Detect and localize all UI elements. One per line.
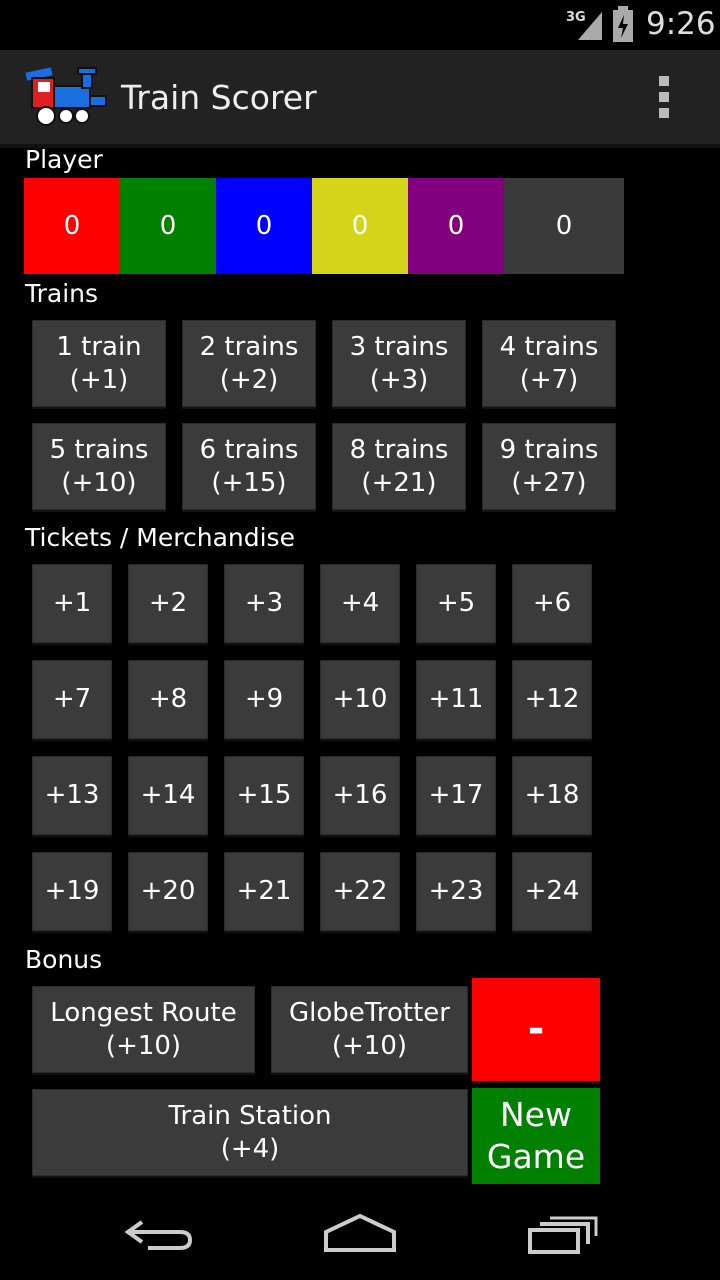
train-button-5[interactable]: 6 trains (+15) bbox=[182, 423, 316, 510]
train-points: (+15) bbox=[211, 467, 287, 498]
ticket-button-5[interactable]: +6 bbox=[512, 564, 592, 643]
longest-route-points: (+10) bbox=[105, 1030, 182, 1061]
ticket-button-13[interactable]: +14 bbox=[128, 756, 208, 835]
train-button-4[interactable]: 5 trains (+10) bbox=[32, 423, 166, 510]
globetrotter-button[interactable]: GlobeTrotter (+10) bbox=[271, 986, 468, 1073]
clock: 9:26 bbox=[646, 6, 716, 42]
ticket-button-9[interactable]: +10 bbox=[320, 660, 400, 739]
train-points: (+1) bbox=[69, 364, 129, 395]
ticket-button-20[interactable]: +21 bbox=[224, 852, 304, 931]
ticket-button-11[interactable]: +12 bbox=[512, 660, 592, 739]
ticket-button-3[interactable]: +4 bbox=[320, 564, 400, 643]
player-color-5[interactable]: 0 bbox=[504, 178, 624, 274]
train-label: 9 trains bbox=[499, 434, 599, 465]
train-label: 5 trains bbox=[49, 434, 149, 465]
train-station-button[interactable]: Train Station (+4) bbox=[32, 1089, 468, 1176]
train-points: (+27) bbox=[511, 467, 587, 498]
tickets-label: Tickets / Merchandise bbox=[25, 523, 295, 552]
train-points: (+2) bbox=[219, 364, 279, 395]
globetrotter-points: (+10) bbox=[331, 1030, 408, 1061]
player-color-2[interactable]: 0 bbox=[216, 178, 312, 274]
train-label: 4 trains bbox=[499, 331, 599, 362]
player-color-1[interactable]: 0 bbox=[120, 178, 216, 274]
ticket-button-1[interactable]: +2 bbox=[128, 564, 208, 643]
train-button-1[interactable]: 2 trains (+2) bbox=[182, 320, 316, 407]
train-station-label: Train Station bbox=[168, 1100, 332, 1131]
train-points: (+3) bbox=[369, 364, 429, 395]
train-points: (+10) bbox=[61, 467, 137, 498]
train-label: 2 trains bbox=[199, 331, 299, 362]
ticket-button-16[interactable]: +17 bbox=[416, 756, 496, 835]
ticket-button-12[interactable]: +13 bbox=[32, 756, 112, 835]
minus-label: - bbox=[527, 1006, 545, 1052]
action-bar: Train Scorer bbox=[0, 50, 720, 148]
ticket-button-15[interactable]: +16 bbox=[320, 756, 400, 835]
train-button-3[interactable]: 4 trains (+7) bbox=[482, 320, 616, 407]
ticket-button-23[interactable]: +24 bbox=[512, 852, 592, 931]
player-color-4[interactable]: 0 bbox=[408, 178, 504, 274]
ticket-button-22[interactable]: +23 bbox=[416, 852, 496, 931]
ticket-button-8[interactable]: +9 bbox=[224, 660, 304, 739]
train-button-0[interactable]: 1 train (+1) bbox=[32, 320, 166, 407]
train-button-2[interactable]: 3 trains (+3) bbox=[332, 320, 466, 407]
overflow-menu-icon[interactable] bbox=[652, 76, 676, 120]
new-game-button[interactable]: New Game bbox=[472, 1088, 600, 1184]
player-color-3[interactable]: 0 bbox=[312, 178, 408, 274]
battery-icon bbox=[613, 6, 633, 42]
train-label: 6 trains bbox=[199, 434, 299, 465]
ticket-button-4[interactable]: +5 bbox=[416, 564, 496, 643]
globetrotter-label: GlobeTrotter bbox=[289, 997, 450, 1028]
signal-icon bbox=[578, 12, 602, 40]
app-title: Train Scorer bbox=[121, 78, 317, 117]
train-label: 1 train bbox=[56, 331, 142, 362]
ticket-button-14[interactable]: +15 bbox=[224, 756, 304, 835]
player-label: Player bbox=[25, 145, 103, 174]
status-bar: 3G 9:26 bbox=[0, 0, 720, 50]
ticket-button-7[interactable]: +8 bbox=[128, 660, 208, 739]
ticket-button-21[interactable]: +22 bbox=[320, 852, 400, 931]
bonus-label: Bonus bbox=[25, 945, 103, 974]
ticket-button-18[interactable]: +19 bbox=[32, 852, 112, 931]
ticket-button-19[interactable]: +20 bbox=[128, 852, 208, 931]
ticket-button-6[interactable]: +7 bbox=[32, 660, 112, 739]
navigation-bar bbox=[0, 1186, 720, 1280]
new-game-label-2: Game bbox=[486, 1137, 586, 1176]
home-icon[interactable] bbox=[322, 1212, 398, 1254]
train-points: (+7) bbox=[519, 364, 579, 395]
train-label: 8 trains bbox=[349, 434, 449, 465]
player-color-0[interactable]: 0 bbox=[24, 178, 120, 274]
ticket-button-17[interactable]: +18 bbox=[512, 756, 592, 835]
train-label: 3 trains bbox=[349, 331, 449, 362]
back-icon[interactable] bbox=[124, 1214, 194, 1254]
train-button-6[interactable]: 8 trains (+21) bbox=[332, 423, 466, 510]
train-points: (+21) bbox=[361, 467, 437, 498]
minus-toggle-button[interactable]: - bbox=[472, 978, 600, 1081]
longest-route-button[interactable]: Longest Route (+10) bbox=[32, 986, 255, 1073]
train-logo-icon bbox=[25, 67, 107, 126]
ticket-button-10[interactable]: +11 bbox=[416, 660, 496, 739]
ticket-button-2[interactable]: +3 bbox=[224, 564, 304, 643]
train-station-points: (+4) bbox=[220, 1133, 280, 1164]
recent-apps-icon[interactable] bbox=[526, 1214, 598, 1256]
trains-label: Trains bbox=[25, 279, 99, 308]
train-button-7[interactable]: 9 trains (+27) bbox=[482, 423, 616, 510]
ticket-button-0[interactable]: +1 bbox=[32, 564, 112, 643]
new-game-label-1: New bbox=[500, 1095, 572, 1134]
longest-route-label: Longest Route bbox=[50, 997, 237, 1028]
